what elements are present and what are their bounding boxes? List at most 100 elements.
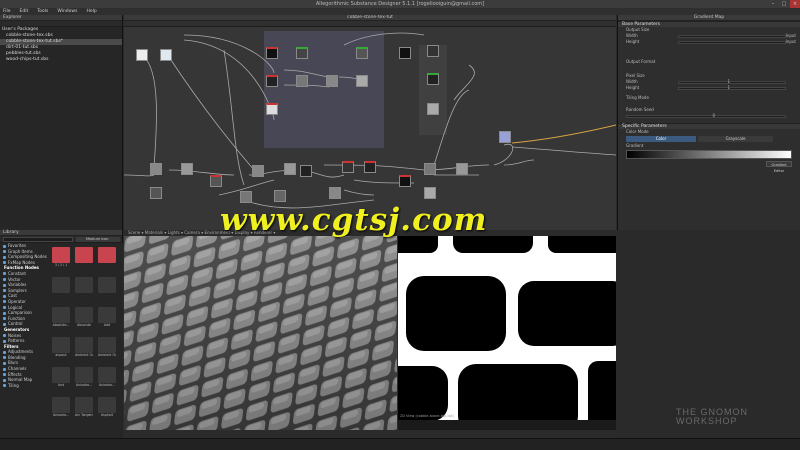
library-tile[interactable] — [98, 277, 116, 299]
pixel-width-label: Width — [626, 79, 638, 84]
category-icon — [3, 289, 6, 293]
library-tile[interactable] — [98, 247, 116, 269]
library-tile[interactable]: Ambient Occlusion — [98, 337, 116, 359]
category-icon — [3, 350, 6, 354]
menu-file[interactable]: File — [3, 8, 11, 15]
graph-node[interactable] — [300, 165, 312, 177]
tree-item[interactable]: wood-chips-tut.sbs — [0, 57, 122, 63]
menu-windows[interactable]: Windows — [57, 8, 77, 15]
library-tile[interactable]: Add — [98, 307, 116, 329]
library-search-input[interactable] — [3, 237, 73, 242]
output-format-label[interactable]: Output Format — [618, 59, 800, 65]
graph-node[interactable] — [356, 75, 368, 87]
2d-view[interactable]: 2D View (cobble-stone-tex-tut) — [398, 236, 616, 430]
library-tile[interactable]: And — [52, 367, 70, 389]
gradient-editor-button[interactable]: Gradient Editor — [766, 161, 792, 173]
library-category-label: FxMap Nodes — [8, 259, 35, 265]
library-tile-icon — [98, 337, 116, 353]
graph-node[interactable] — [427, 73, 439, 85]
library-tile[interactable] — [52, 277, 70, 299]
graph-node[interactable] — [284, 163, 296, 175]
graph-view[interactable]: cobble-stone-tex-tut — [124, 15, 616, 230]
library-tile-icon — [75, 247, 93, 263]
gradient-preview[interactable] — [626, 150, 792, 159]
library-tile[interactable]: absolute... — [52, 307, 70, 329]
pixel-height-field[interactable] — [678, 86, 786, 90]
library-tile[interactable]: anpout — [52, 337, 70, 359]
pixel-height-value: 1 — [727, 85, 730, 90]
graph-node[interactable] — [399, 47, 411, 59]
library-tile[interactable] — [75, 277, 93, 299]
library-tile-icon — [52, 277, 70, 293]
library-tile[interactable]: Anisotro... — [98, 367, 116, 389]
graph-node[interactable] — [424, 163, 436, 175]
library-tile-icon — [75, 307, 93, 323]
pixel-width-field[interactable] — [678, 80, 786, 84]
gradient-label: Gradient — [626, 143, 644, 148]
graph-node[interactable] — [364, 161, 376, 173]
library-title: Library — [3, 230, 19, 235]
random-seed-slider-row[interactable]: 0 — [618, 113, 800, 119]
graph-node[interactable] — [150, 163, 162, 175]
minimize-icon[interactable]: – — [768, 0, 778, 8]
library-tile[interactable]: Asphalt — [98, 397, 116, 419]
maximize-icon[interactable]: □ — [779, 0, 789, 8]
graph-node[interactable] — [499, 131, 511, 143]
3d-preview-render — [124, 236, 397, 430]
graph-node[interactable] — [342, 161, 354, 173]
grayscale-button[interactable]: Grayscale — [698, 136, 773, 142]
library-view-select[interactable]: Medium Icon — [76, 237, 120, 242]
library-tile[interactable]: Absolute — [75, 307, 93, 329]
library-tile-icon — [98, 367, 116, 383]
library-category-label: Noises — [8, 332, 22, 338]
library-tile-icon — [52, 337, 70, 353]
graph-node[interactable] — [399, 175, 411, 187]
library-category[interactable]: Tiling — [0, 383, 48, 389]
library-tile[interactable]: 3 / 2 / 1 — [52, 247, 70, 269]
graph-node[interactable] — [252, 165, 264, 177]
height-slider[interactable] — [678, 40, 786, 44]
color-button[interactable]: Color — [626, 136, 696, 142]
graph-node[interactable] — [274, 190, 286, 202]
graph-node[interactable] — [329, 187, 341, 199]
graph-node[interactable] — [266, 47, 278, 59]
graph-node[interactable] — [266, 75, 278, 87]
graph-node[interactable] — [427, 103, 439, 115]
graph-node[interactable] — [296, 47, 308, 59]
graph-node[interactable] — [424, 187, 436, 199]
random-seed-slider[interactable] — [626, 114, 786, 118]
library-tile-icon — [75, 337, 93, 353]
menu-help[interactable]: Help — [86, 8, 96, 15]
library-tile[interactable]: Ambient Occlusion — [75, 337, 93, 359]
tiling-mode-label[interactable]: Tiling Mode — [618, 95, 800, 101]
library-tile-icon — [98, 247, 116, 263]
graph-node[interactable] — [456, 163, 468, 175]
menu-edit[interactable]: Edit — [20, 8, 29, 15]
library-tile[interactable] — [75, 247, 93, 269]
graph-node[interactable] — [427, 45, 439, 57]
height-row[interactable]: Height Input — [618, 39, 800, 45]
graph-node[interactable] — [136, 49, 148, 61]
close-icon[interactable]: × — [790, 0, 800, 8]
library-tile[interactable]: Anisotro... — [75, 367, 93, 389]
3d-view[interactable] — [124, 236, 397, 430]
width-slider[interactable] — [678, 34, 786, 38]
library-tile-label: absolute... — [52, 323, 70, 327]
graph-node[interactable] — [150, 187, 162, 199]
graph-node[interactable] — [356, 47, 368, 59]
library-category-label: Generators — [4, 326, 30, 332]
graph-node[interactable] — [326, 75, 338, 87]
pixel-height-row[interactable]: Height 1 — [618, 85, 800, 91]
library-tile[interactable]: Arc Tangent 2 — [75, 397, 93, 419]
library-category-label: Function Nodes — [4, 265, 39, 271]
graph-node[interactable] — [296, 75, 308, 87]
graph-node[interactable] — [266, 103, 278, 115]
graph-node[interactable] — [181, 163, 193, 175]
graph-node[interactable] — [160, 49, 172, 61]
graph-node[interactable] — [210, 175, 222, 187]
library-category-label: Patterns — [8, 338, 25, 344]
menu-bar: File Edit Tools Windows Help — [0, 8, 800, 15]
menu-tools[interactable]: Tools — [37, 8, 48, 15]
library-tile[interactable]: Anisotro... — [52, 397, 70, 419]
